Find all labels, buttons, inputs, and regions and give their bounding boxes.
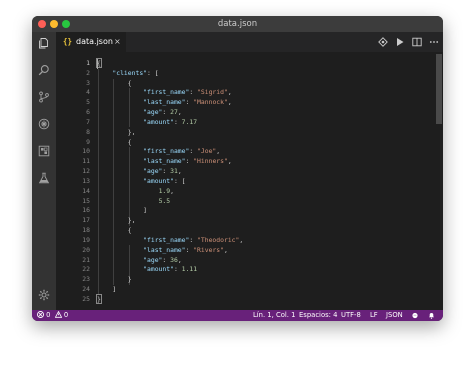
- source-control-icon[interactable]: [38, 91, 50, 103]
- line-number: 19: [82, 235, 90, 244]
- line-number: 21: [82, 255, 90, 264]
- line-number: 11: [82, 157, 90, 166]
- eol-setting[interactable]: LF: [370, 310, 378, 321]
- code-line: ]: [97, 206, 148, 215]
- line-number: 9: [86, 137, 90, 146]
- line-number: 24: [82, 285, 90, 294]
- code-line: "clients": [: [112, 68, 159, 77]
- cursor-position[interactable]: Lín. 1, Col. 1: [253, 310, 295, 321]
- files-icon[interactable]: [38, 37, 50, 49]
- error-count: 0: [46, 311, 51, 319]
- tab-bar: {} data.json ×: [56, 32, 443, 52]
- activity-bar: [32, 32, 56, 310]
- code-line: "age": 36,: [143, 255, 182, 264]
- line-number: 14: [82, 186, 90, 195]
- line-number: 5: [86, 98, 90, 107]
- line-number: 17: [82, 216, 90, 225]
- warning-count: 0: [63, 311, 69, 319]
- window-title: data.json: [217, 19, 258, 29]
- tab-data-json[interactable]: {} data.json ×: [56, 32, 126, 52]
- problems-indicator[interactable]: 0 0: [37, 310, 68, 321]
- line-number: 7: [86, 117, 90, 126]
- code-line: 5.5: [158, 196, 171, 205]
- flask-icon[interactable]: [38, 172, 50, 184]
- code-line: {: [97, 137, 132, 146]
- more-icon[interactable]: [429, 37, 439, 47]
- line-number: 2: [86, 68, 90, 77]
- code-line: ]: [97, 285, 117, 294]
- line-number: 23: [82, 275, 90, 284]
- language-mode[interactable]: JSON: [386, 310, 403, 321]
- line-number: 16: [82, 206, 90, 215]
- text-cursor: [97, 59, 98, 69]
- line-number: 13: [82, 176, 90, 185]
- code-line: "amount": [: [143, 176, 186, 185]
- code-line: 1.9,: [158, 186, 174, 195]
- line-number: 4: [86, 88, 90, 97]
- line-number-gutter: 1 2 3 4 5 6 7 8 9 10 11 12 13 14 15 16 1…: [56, 59, 90, 305]
- compare-icon[interactable]: [378, 37, 388, 47]
- status-bar: 0 0 Lín. 1, Col. 1 Espacios: 4 UTF-8 LF …: [32, 310, 443, 321]
- line-number: 22: [82, 265, 90, 274]
- code-line: "age": 31,: [143, 167, 182, 176]
- code-line: },: [97, 216, 136, 225]
- code-line: }: [96, 293, 102, 304]
- code-line: }: [97, 275, 132, 284]
- code-line: {: [97, 78, 132, 87]
- search-icon[interactable]: [38, 64, 50, 76]
- code-line: "first_name": "Joe",: [143, 147, 221, 156]
- scrollbar-thumb[interactable]: [436, 54, 442, 124]
- json-file-icon: {}: [63, 37, 73, 46]
- notifications-icon[interactable]: [428, 312, 435, 321]
- line-number: 25: [82, 294, 90, 303]
- warning-icon: [54, 310, 62, 318]
- line-number: 12: [82, 167, 90, 176]
- code-line: "last_name": "Mannock",: [143, 98, 232, 107]
- extensions-icon[interactable]: [38, 145, 50, 157]
- run-icon[interactable]: [395, 37, 405, 47]
- json-code: { "clients": [ { "first_name": "Sigrid",…: [96, 58, 429, 305]
- code-line: },: [97, 127, 136, 136]
- line-number: 18: [82, 226, 90, 235]
- code-line: {: [97, 226, 132, 235]
- close-tab-icon[interactable]: ×: [114, 35, 121, 49]
- gear-icon[interactable]: [38, 289, 50, 301]
- line-number: 10: [82, 147, 90, 156]
- code-line: "first_name": "Sigrid",: [143, 88, 232, 97]
- title-bar: data.json: [32, 16, 443, 32]
- code-line: "last_name": "Rivers",: [143, 245, 228, 254]
- line-number: 3: [86, 78, 90, 87]
- line-number: 15: [82, 196, 90, 205]
- indentation-setting[interactable]: Espacios: 4: [299, 310, 337, 321]
- vertical-scrollbar[interactable]: [435, 52, 443, 310]
- tab-label: data.json: [76, 37, 113, 46]
- line-number: 20: [82, 245, 90, 254]
- code-line: "first_name": "Theodoric",: [143, 235, 244, 244]
- code-line: "amount": 7.17: [143, 117, 198, 126]
- code-line: "age": 27,: [143, 108, 182, 117]
- line-number: 6: [86, 108, 90, 117]
- code-editor[interactable]: 1 2 3 4 5 6 7 8 9 10 11 12 13 14 15 16 1…: [56, 52, 443, 310]
- editor-window: data.json {} data.json × 1 2 3 4 5 6 7 8…: [32, 16, 443, 321]
- encoding-setting[interactable]: UTF-8: [341, 310, 361, 321]
- line-number: 8: [86, 127, 90, 136]
- feedback-icon[interactable]: [411, 312, 419, 321]
- error-icon: [37, 311, 44, 318]
- debug-icon[interactable]: [38, 118, 50, 130]
- code-line: "last_name": "Hinners",: [143, 157, 232, 166]
- code-line: {: [96, 58, 102, 68]
- line-number: 1: [86, 59, 90, 67]
- split-editor-icon[interactable]: [412, 37, 422, 47]
- code-line: "amount": 1.11: [143, 265, 198, 274]
